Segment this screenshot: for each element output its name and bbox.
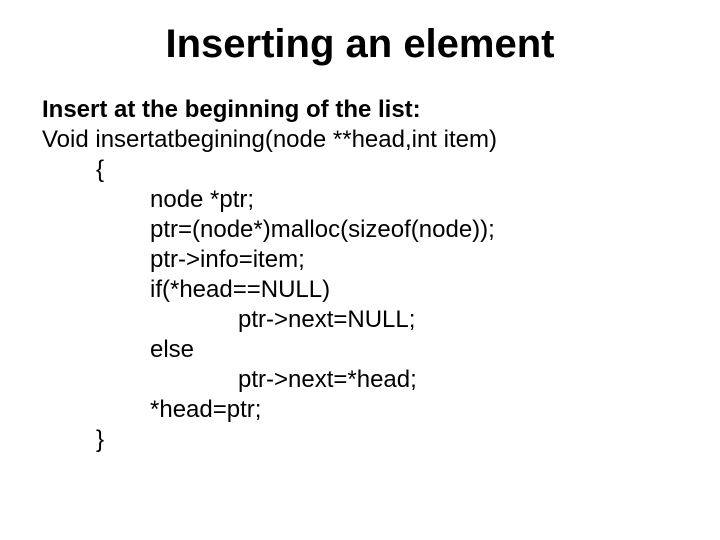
code-line: {	[42, 155, 682, 185]
code-line: ptr->info=item;	[42, 245, 682, 275]
code-line: ptr->next=*head;	[42, 365, 682, 395]
code-line: else	[42, 335, 682, 365]
code-line: ptr=(node*)malloc(sizeof(node));	[42, 215, 682, 245]
subheading: Insert at the beginning of the list:	[42, 95, 682, 125]
code-line: node *ptr;	[42, 185, 682, 215]
code-line: }	[42, 425, 682, 455]
code-line: *head=ptr;	[42, 395, 682, 425]
code-line: if(*head==NULL)	[42, 275, 682, 305]
code-line: ptr->next=NULL;	[42, 305, 682, 335]
code-line: Void insertatbegining(node **head,int it…	[42, 125, 682, 155]
slide-title: Inserting an element	[0, 0, 720, 67]
slide-body: Insert at the beginning of the list: Voi…	[0, 67, 720, 455]
slide: Inserting an element Insert at the begin…	[0, 0, 720, 540]
